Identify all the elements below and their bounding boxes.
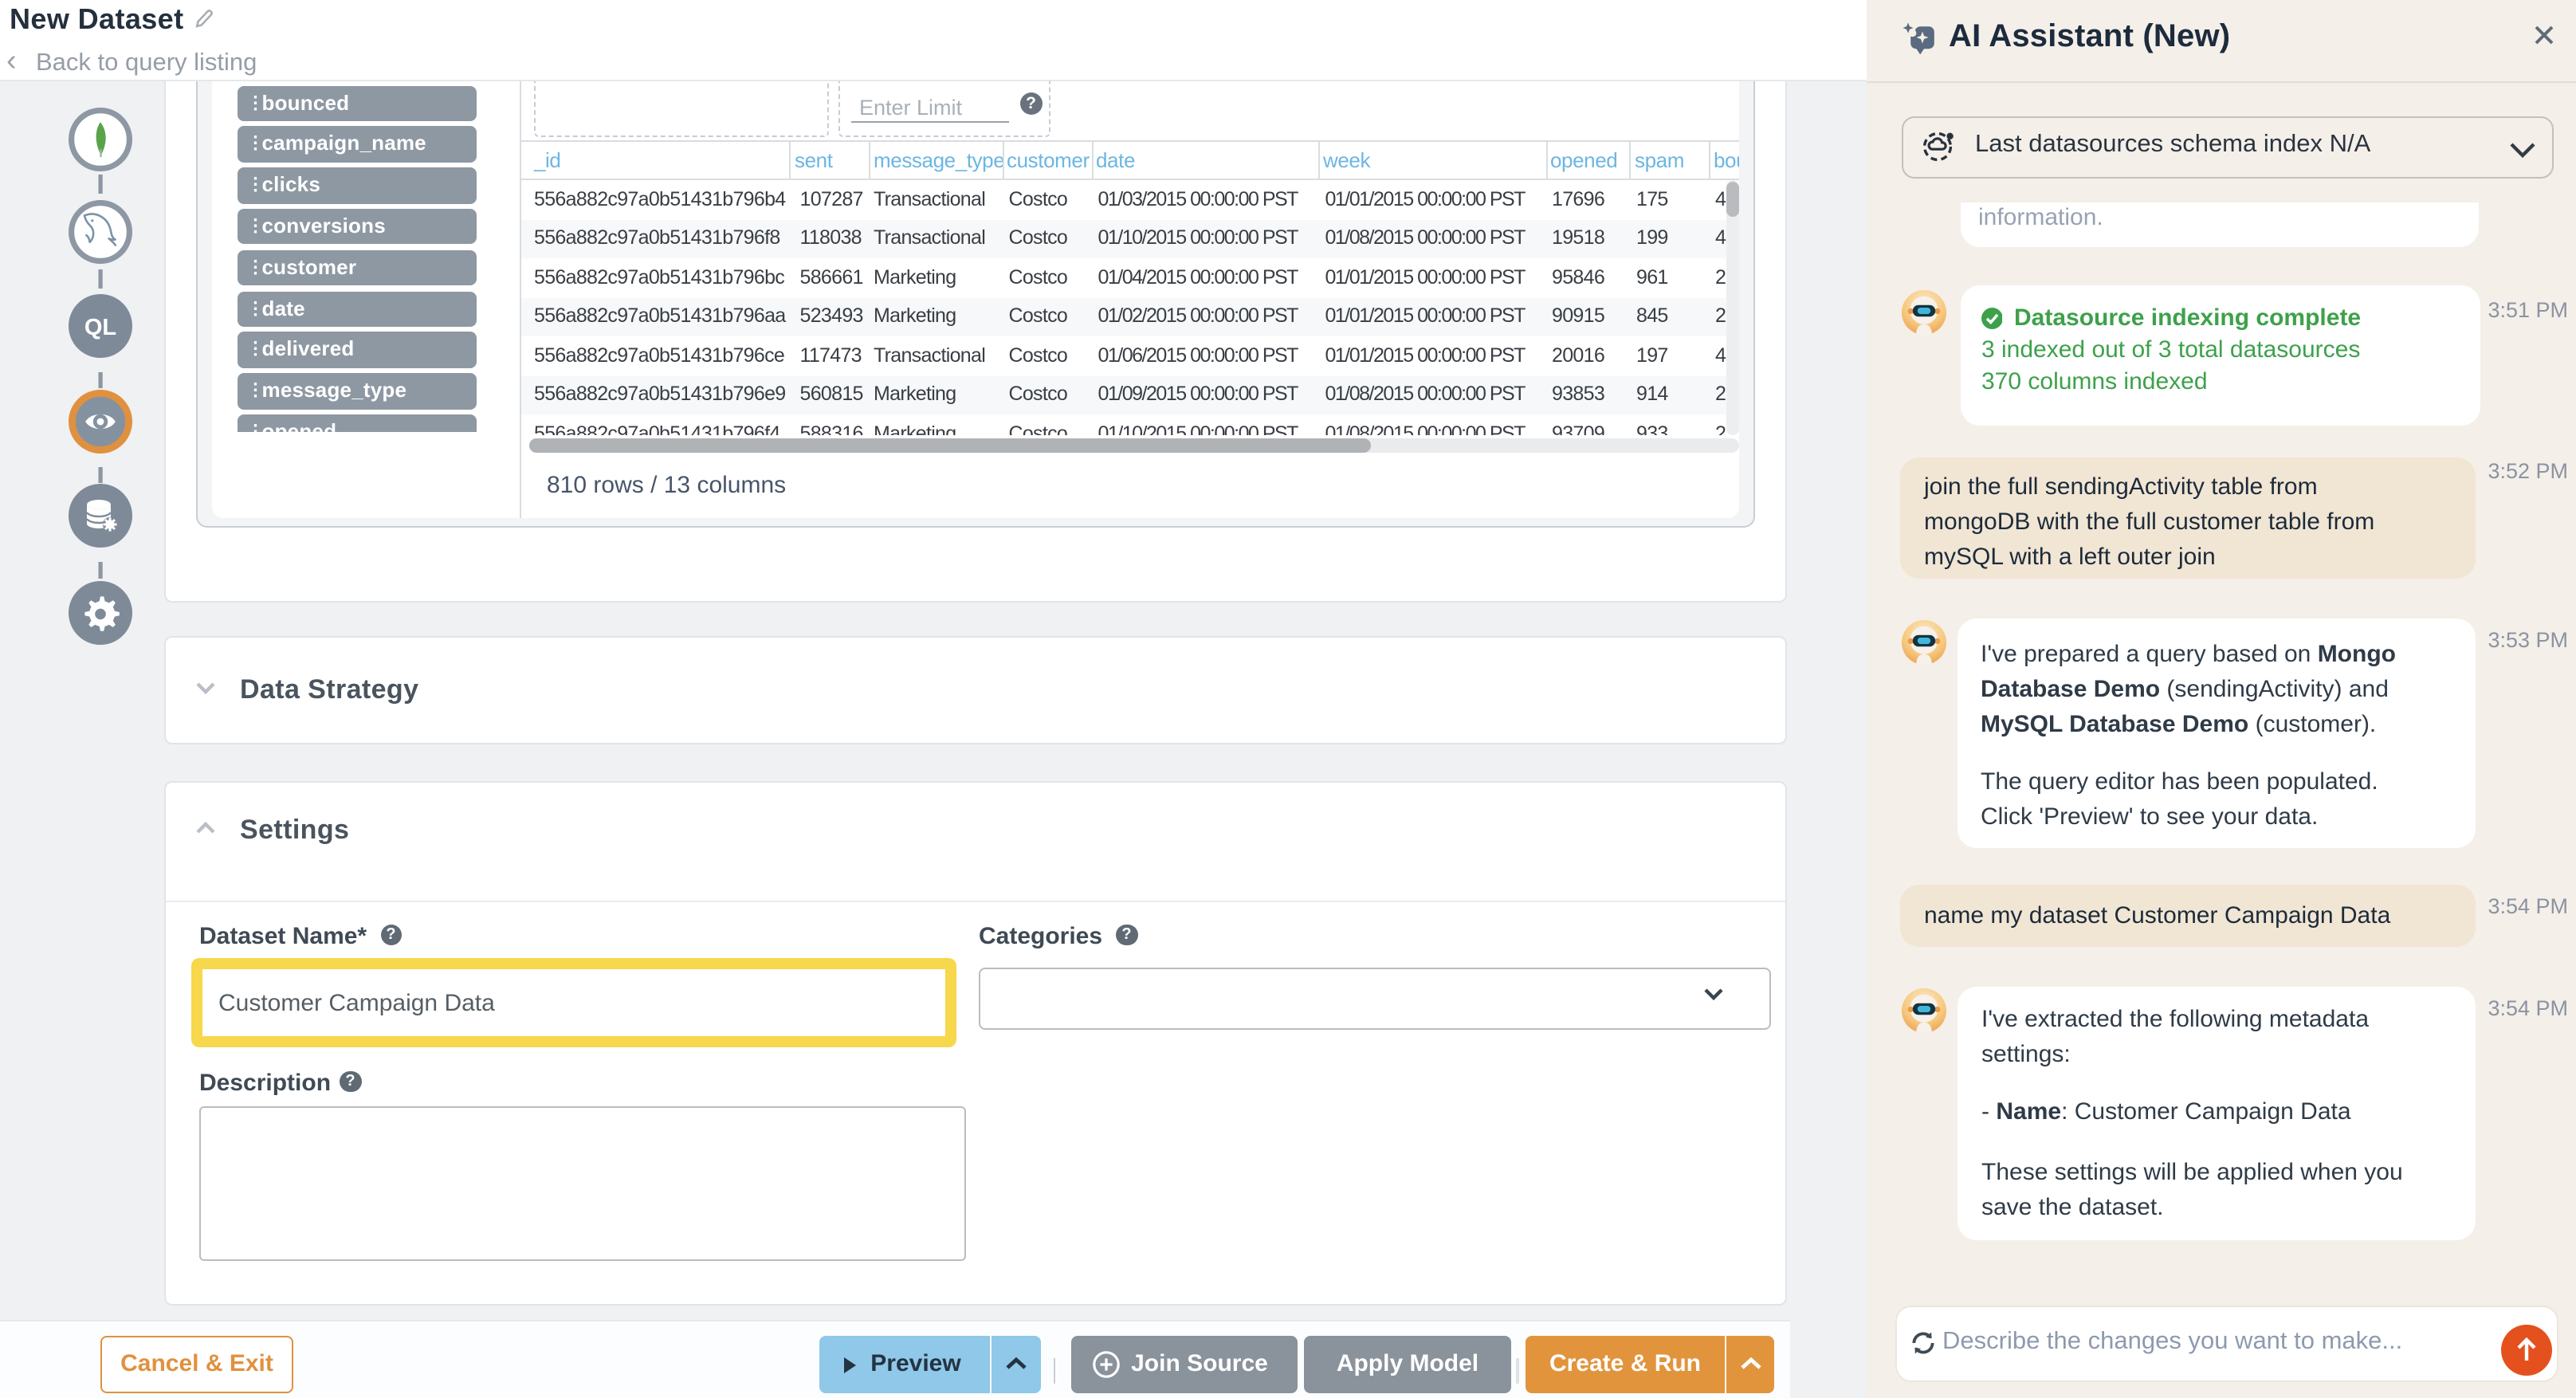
svg-text:QL: QL (84, 315, 116, 340)
